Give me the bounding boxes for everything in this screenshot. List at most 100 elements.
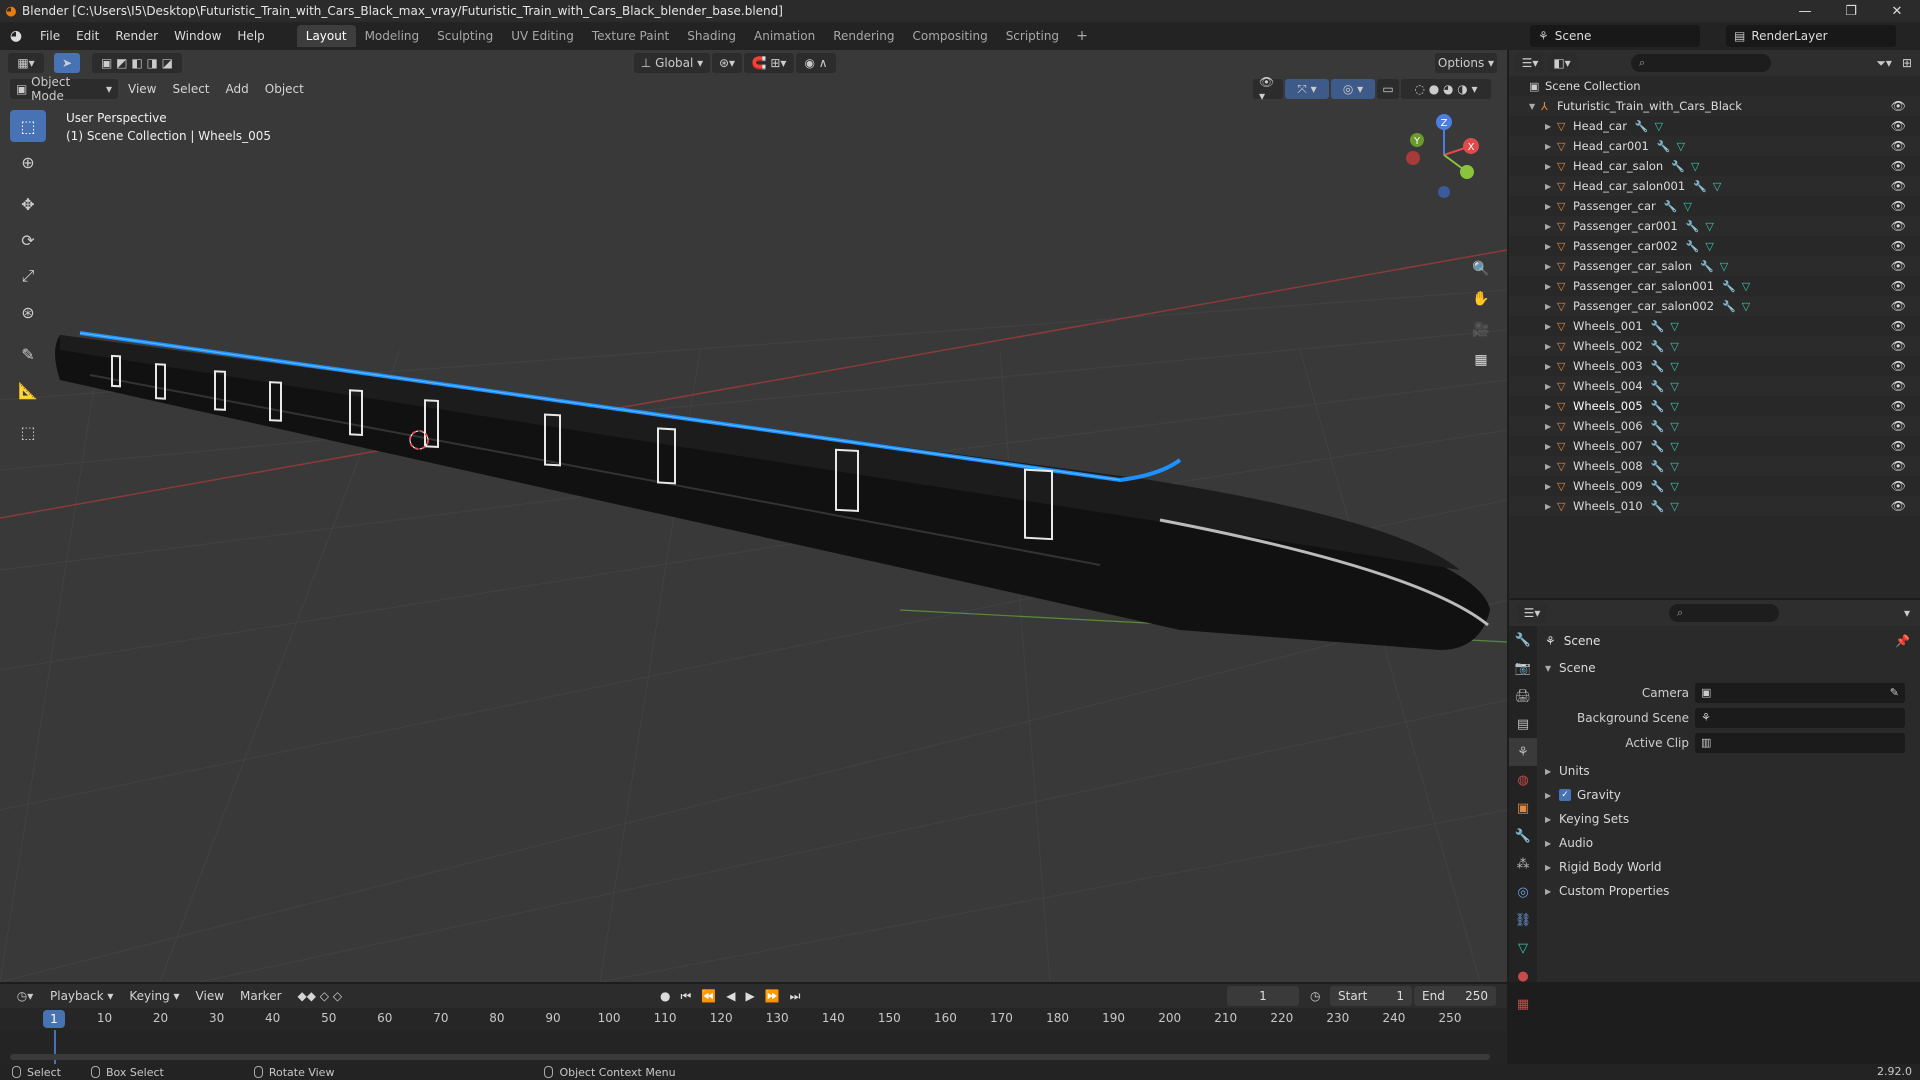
blender-menu-icon[interactable]: ◕	[0, 22, 32, 50]
play-reverse-icon[interactable]: ◀	[726, 989, 735, 1004]
eye-icon[interactable]: 👁	[1891, 219, 1906, 233]
select-mode-button[interactable]: ➤	[54, 53, 80, 73]
collapse-arrow-icon[interactable]: ▶	[1545, 242, 1557, 251]
tab-sculpting[interactable]: Sculpting	[428, 25, 502, 47]
modifier-icon[interactable]: 🔧	[1671, 160, 1685, 173]
modifier-icon[interactable]: 🔧	[1722, 300, 1736, 313]
collapse-arrow-icon[interactable]: ▶	[1545, 122, 1557, 131]
modifier-icon[interactable]: 🔧	[1651, 420, 1665, 433]
collapse-arrow-icon[interactable]: ▶	[1545, 502, 1557, 511]
menu-view[interactable]: View	[120, 82, 164, 96]
outliner-object-row[interactable]: ▶ ▽ Wheels_006 🔧 ▽ 👁	[1509, 416, 1920, 436]
cursor-tool-icon[interactable]: ⊕	[10, 146, 46, 178]
camera-field[interactable]: ▣ ✎	[1695, 682, 1905, 703]
move-tool-icon[interactable]: ✥	[10, 188, 46, 220]
mesh-data-icon[interactable]: ▽	[1670, 320, 1678, 333]
modifier-icon[interactable]: 🔧	[1651, 460, 1665, 473]
modifier-icon[interactable]: 🔧	[1664, 200, 1678, 213]
background-scene-field[interactable]: ⚘	[1695, 707, 1905, 728]
3d-viewport[interactable]: ▦▾ ➤ ▣ ◩ ◧ ◨ ◪ ⊥ Global ▾ ⊛▾ 🧲 ⊞▾ ◉ ∧ Op…	[0, 50, 1507, 982]
end-frame-field[interactable]: End 250	[1414, 986, 1496, 1006]
collapse-arrow-icon[interactable]: ▶	[1545, 282, 1557, 291]
eye-icon[interactable]: 👁	[1891, 159, 1906, 173]
start-frame-field[interactable]: Start 1	[1330, 986, 1412, 1006]
material-tab-icon[interactable]: ●	[1509, 962, 1537, 990]
clock-icon[interactable]: ◷	[1310, 989, 1320, 1003]
outliner-object-row[interactable]: ▶ ▽ Wheels_003 🔧 ▽ 👁	[1509, 356, 1920, 376]
outliner-object-row[interactable]: ▶ ▽ Head_car_salon 🔧 ▽ 👁	[1509, 156, 1920, 176]
render-tab-icon[interactable]: 📷	[1509, 654, 1537, 682]
add-cube-tool-icon[interactable]: ⬚	[10, 416, 46, 448]
mesh-data-icon[interactable]: ▽	[1720, 260, 1728, 273]
mesh-data-icon[interactable]: ▽	[1670, 360, 1678, 373]
outliner-object-row[interactable]: ▶ ▽ Passenger_car_salon 🔧 ▽ 👁	[1509, 256, 1920, 276]
mesh-data-icon[interactable]: ▽	[1670, 400, 1678, 413]
tab-shading[interactable]: Shading	[678, 25, 745, 47]
mesh-data-icon[interactable]: ▽	[1691, 160, 1699, 173]
eye-icon[interactable]: 👁	[1891, 399, 1906, 413]
eye-icon[interactable]: 👁	[1891, 119, 1906, 133]
menu-edit[interactable]: Edit	[68, 25, 107, 47]
eye-icon[interactable]: 👁	[1891, 239, 1906, 253]
next-keyframe-icon[interactable]: ⏩	[765, 989, 780, 1004]
outliner-object-row[interactable]: ▶ ▽ Wheels_008 🔧 ▽ 👁	[1509, 456, 1920, 476]
collapse-arrow-icon[interactable]: ▶	[1545, 182, 1557, 191]
eye-icon[interactable]: 👁	[1891, 359, 1906, 373]
playhead[interactable]: 1	[43, 1010, 65, 1028]
world-tab-icon[interactable]: ◍	[1509, 766, 1537, 794]
jump-start-icon[interactable]: ⏮	[680, 989, 691, 1004]
mesh-data-icon[interactable]: ▽	[1742, 280, 1750, 293]
tab-modeling[interactable]: Modeling	[356, 25, 429, 47]
scene-collection-row[interactable]: ▣ Scene Collection	[1509, 76, 1920, 96]
transform-orientation-dropdown[interactable]: ⊥ Global ▾	[634, 53, 710, 73]
current-frame-field[interactable]: 1	[1227, 986, 1299, 1006]
outliner-object-row[interactable]: ▶ ▽ Passenger_car002 🔧 ▽ 👁	[1509, 236, 1920, 256]
shading-mode-buttons[interactable]: ◌ ● ◕ ◑ ▾	[1401, 79, 1491, 99]
outliner-object-row[interactable]: ▶ ▽ Wheels_010 🔧 ▽ 👁	[1509, 496, 1920, 516]
minimize-button[interactable]: —	[1782, 0, 1828, 22]
editor-type-button[interactable]: ▦▾	[8, 53, 44, 73]
pin-icon[interactable]: 📌	[1895, 634, 1910, 648]
tab-texture-paint[interactable]: Texture Paint	[583, 25, 678, 47]
eye-icon[interactable]: 👁	[1891, 379, 1906, 393]
select-box-tool-icon[interactable]: ⬚	[10, 110, 46, 142]
collapse-arrow-icon[interactable]: ▶	[1545, 162, 1557, 171]
eye-icon[interactable]: 👁	[1891, 499, 1906, 513]
play-icon[interactable]: ▶	[745, 989, 754, 1004]
outliner-object-row[interactable]: ▶ ▽ Wheels_009 🔧 ▽ 👁	[1509, 476, 1920, 496]
modifier-icon[interactable]: 🔧	[1686, 240, 1700, 253]
eye-icon[interactable]: 👁	[1891, 479, 1906, 493]
outliner-object-row[interactable]: ▶ ▽ Head_car001 🔧 ▽ 👁	[1509, 136, 1920, 156]
modifier-icon[interactable]: 🔧	[1722, 280, 1736, 293]
editor-type-button[interactable]: ☰▾	[1517, 603, 1547, 623]
gravity-checkbox[interactable]: ✓	[1559, 789, 1571, 801]
mesh-data-icon[interactable]: ▽	[1670, 340, 1678, 353]
eye-icon[interactable]: 👁	[1891, 299, 1906, 313]
visibility-icon[interactable]: 👁▾	[1253, 75, 1283, 103]
modifier-icon[interactable]: 🔧	[1651, 380, 1665, 393]
collapse-arrow-icon[interactable]: ▶	[1545, 462, 1557, 471]
overlay-toggle-button[interactable]: ◎ ▾	[1331, 79, 1375, 99]
keying-menu[interactable]: Keying ▾	[121, 989, 187, 1003]
scene-tab-icon[interactable]: ⚘	[1509, 738, 1537, 766]
record-icon[interactable]: ●	[660, 989, 670, 1004]
filter-icon[interactable]: ⏷▾	[1876, 56, 1892, 71]
keyframe-nav-icons[interactable]: ◆◆ ◇ ◇	[290, 989, 351, 1003]
jump-end-icon[interactable]: ⏭	[790, 989, 801, 1004]
measure-tool-icon[interactable]: 📐	[10, 374, 46, 406]
object-tab-icon[interactable]: ▣	[1509, 794, 1537, 822]
tab-layout[interactable]: Layout	[296, 25, 356, 47]
menu-object[interactable]: Object	[257, 82, 312, 96]
modifier-icon[interactable]: 🔧	[1651, 440, 1665, 453]
eye-icon[interactable]: 👁	[1891, 199, 1906, 213]
modifier-icon[interactable]: 🔧	[1657, 140, 1671, 153]
menu-select[interactable]: Select	[164, 82, 217, 96]
outliner-object-row[interactable]: ▶ ▽ Passenger_car_salon002 🔧 ▽ 👁	[1509, 296, 1920, 316]
mesh-data-icon[interactable]: ▽	[1670, 380, 1678, 393]
collapse-arrow-icon[interactable]: ▶	[1545, 342, 1557, 351]
modifier-icon[interactable]: 🔧	[1651, 400, 1665, 413]
outliner-object-row[interactable]: ▶ ▽ Wheels_005 🔧 ▽ 👁	[1509, 396, 1920, 416]
mesh-data-icon[interactable]: ▽	[1655, 120, 1663, 133]
collapse-arrow-icon[interactable]: ▶	[1545, 442, 1557, 451]
collapse-arrow-icon[interactable]: ▶	[1545, 482, 1557, 491]
